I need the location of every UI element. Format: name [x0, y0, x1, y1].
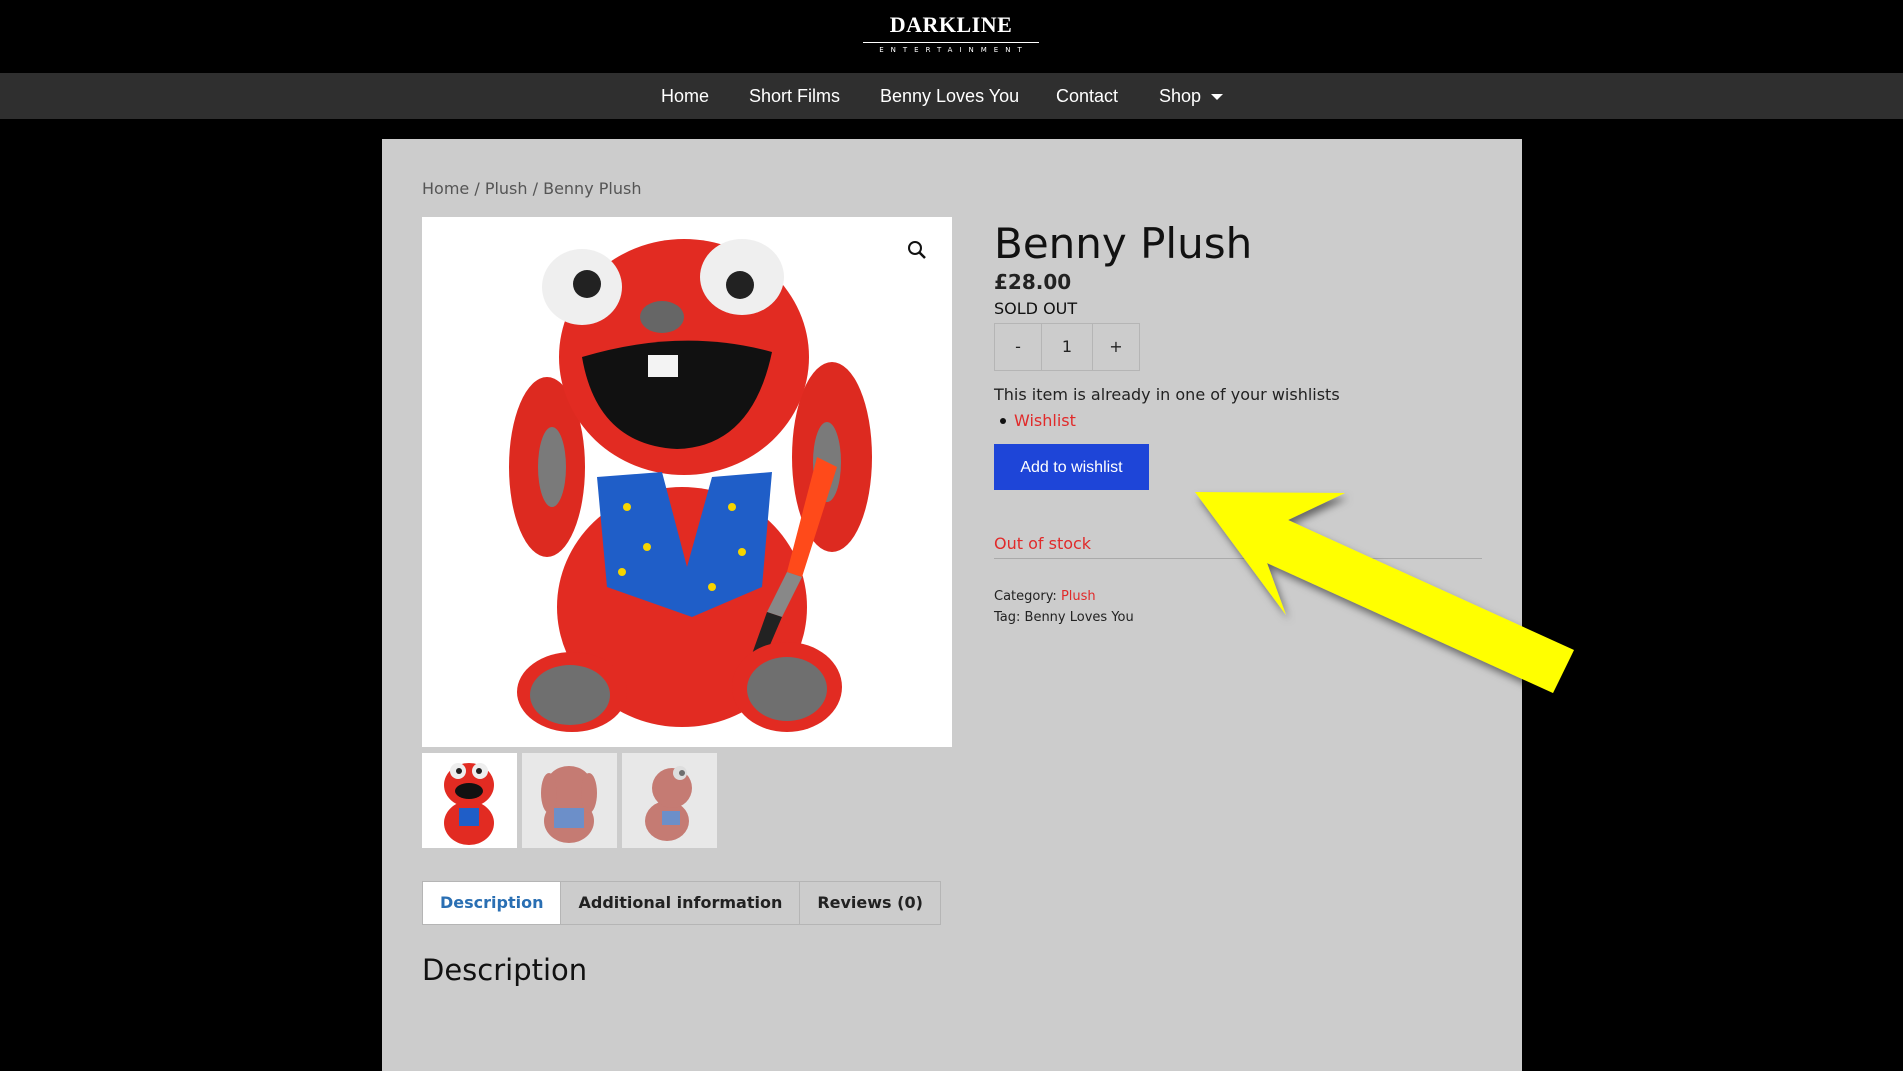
breadcrumb-separator: /: [527, 179, 544, 198]
breadcrumb-current: Benny Plush: [543, 179, 642, 198]
logo-main-text: DARKLINE: [889, 12, 1013, 37]
nav-item-shop-label: Shop: [1159, 86, 1202, 106]
product-tag: Tag: Benny Loves You: [994, 610, 1134, 625]
caret-down-icon: [1211, 94, 1224, 101]
logo-divider: [863, 42, 1039, 43]
breadcrumb: Home / Plush / Benny Plush: [422, 179, 641, 198]
plush-back-thumbnail: [541, 766, 597, 843]
divider: [994, 558, 1482, 559]
product-tabs: Description Additional information Revie…: [422, 881, 941, 925]
product-thumbnail-3[interactable]: [622, 753, 717, 848]
availability-status: Out of stock: [994, 534, 1092, 553]
product-category: Category: Plush: [994, 589, 1096, 604]
breadcrumb-separator: /: [469, 179, 485, 198]
product-thumbnail-2[interactable]: [522, 753, 617, 848]
add-to-wishlist-button[interactable]: Add to wishlist: [994, 444, 1149, 490]
site-header: DARKLINE ENTERTAINMENT: [0, 0, 1903, 73]
tab-description[interactable]: Description: [422, 881, 562, 925]
product-price: £28.00: [994, 270, 1072, 294]
category-link[interactable]: Plush: [1061, 589, 1096, 604]
category-label: Category:: [994, 589, 1061, 604]
quantity-decrease-button[interactable]: -: [994, 323, 1042, 371]
zoom-icon[interactable]: [906, 239, 928, 261]
breadcrumb-category[interactable]: Plush: [485, 179, 528, 198]
quantity-input[interactable]: 1: [1042, 323, 1092, 371]
quantity-increase-button[interactable]: +: [1092, 323, 1140, 371]
tag-label: Tag:: [994, 610, 1025, 625]
plush-product-image: [422, 217, 952, 747]
stock-label: SOLD OUT: [994, 299, 1078, 318]
tab-additional-information[interactable]: Additional information: [561, 881, 801, 925]
nav-item-home[interactable]: Home: [661, 73, 709, 119]
nav-item-benny-loves-you[interactable]: Benny Loves You: [880, 73, 1019, 119]
product-content: Home / Plush / Benny Plush Benny Plush £…: [382, 139, 1522, 1071]
main-navigation: Home Short Films Benny Loves You Contact…: [0, 73, 1903, 119]
plush-side-thumbnail: [645, 766, 692, 841]
wishlist-list-item: Wishlist: [994, 411, 1076, 430]
logo-sub-text: ENTERTAINMENT: [879, 46, 1029, 54]
quantity-stepper: - 1 +: [994, 323, 1140, 371]
product-thumbnail-1[interactable]: [422, 753, 517, 848]
product-main-image[interactable]: [422, 217, 952, 747]
tag-link[interactable]: Benny Loves You: [1025, 610, 1134, 625]
plush-front-thumbnail: [444, 763, 494, 845]
nav-item-short-films[interactable]: Short Films: [749, 73, 840, 119]
description-heading: Description: [422, 953, 588, 987]
nav-item-shop[interactable]: Shop: [1159, 73, 1224, 119]
site-logo[interactable]: DARKLINE ENTERTAINMENT: [861, 12, 1041, 54]
wishlist-link[interactable]: Wishlist: [1014, 411, 1076, 430]
nav-item-contact[interactable]: Contact: [1056, 73, 1118, 119]
product-title: Benny Plush: [994, 219, 1253, 268]
wishlist-note: This item is already in one of your wish…: [994, 385, 1340, 404]
tab-reviews[interactable]: Reviews (0): [800, 881, 941, 925]
breadcrumb-home[interactable]: Home: [422, 179, 469, 198]
bullet-icon: [1000, 417, 1006, 424]
